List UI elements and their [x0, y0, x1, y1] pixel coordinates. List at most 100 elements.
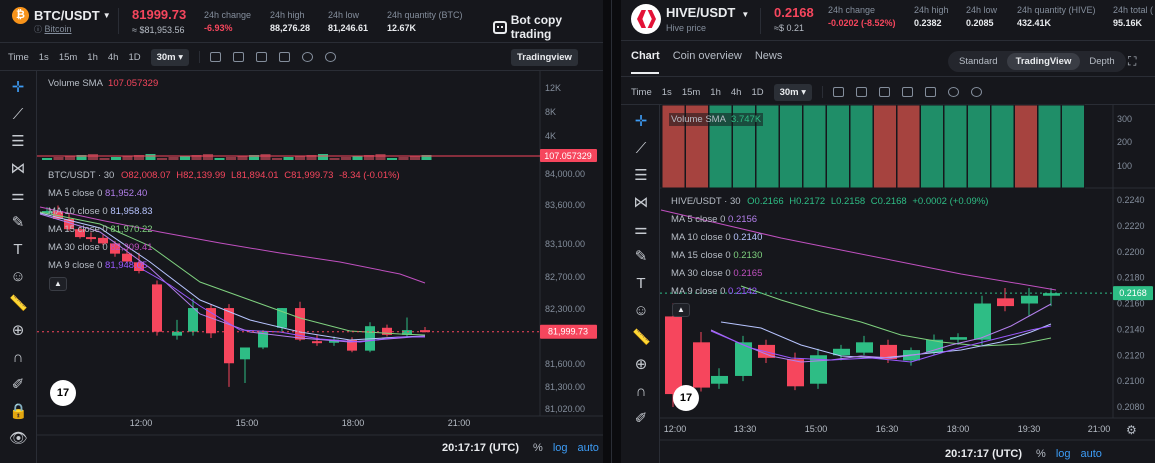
percent-toggle[interactable]: % — [533, 442, 543, 454]
auto-toggle[interactable]: auto — [578, 442, 599, 454]
price-axis-label: 82,700.00 — [545, 272, 585, 282]
volume-bar — [387, 158, 397, 160]
volume-bar — [99, 158, 110, 160]
settings-gear-icon[interactable]: ⚙ — [1126, 423, 1137, 437]
collapse-legend-button[interactable]: ▲ — [672, 303, 690, 317]
ma-legend-15: MA 15 close 0 0.2130 — [671, 250, 763, 261]
candle — [787, 359, 804, 387]
symbol-interval: HIVE/USDT · 30 — [671, 196, 741, 207]
volume-bar — [237, 156, 248, 160]
volume-bar — [42, 158, 52, 160]
price-axis-label: 0.2140 — [1117, 324, 1145, 334]
volume-sma-legend: Volume SMA 107.057329 — [48, 78, 159, 89]
price-axis-label: 0.2120 — [1117, 350, 1145, 360]
volume-bar — [1061, 104, 1085, 189]
ma-legend-30: MA 30 close 0 0.2165 — [671, 268, 763, 279]
time-axis-label: 18:00 — [342, 418, 365, 428]
candle — [974, 303, 991, 340]
volume-bar — [157, 158, 167, 160]
tradingview-logo: 17 — [50, 380, 76, 406]
volume-bar — [1037, 104, 1062, 189]
volume-axis-label: 300 — [1117, 114, 1132, 124]
ma-legend-30: MA 30 close 0 82,309.41 — [48, 242, 153, 253]
volume-bar — [272, 158, 282, 160]
price-axis-label: 0.2200 — [1117, 247, 1145, 257]
price-axis-label: 0.2180 — [1117, 273, 1145, 283]
candle — [711, 375, 728, 384]
tradingview-logo: 17 — [673, 385, 699, 411]
ma-legend-9: MA 9 close 0 81,948.05 — [48, 260, 148, 271]
chart-bottom-bar: 20:17:17 (UTC) % log auto — [442, 442, 599, 454]
chart-bottom-bar: 20:17:17 (UTC) % log auto — [945, 448, 1102, 460]
volume-axis-label: 12K — [545, 83, 561, 93]
time-axis-label: 15:00 — [236, 418, 259, 428]
time-axis-label: 21:00 — [1088, 424, 1111, 434]
volume-bar — [873, 104, 897, 189]
candle — [188, 308, 198, 332]
time-axis-label: 18:00 — [947, 424, 970, 434]
ma-legend-5: MA 5 close 0 0.2156 — [671, 214, 758, 225]
price-axis-label: 0.2080 — [1117, 402, 1145, 412]
ma-legend-15: MA 15 close 0 81,970.22 — [48, 224, 153, 235]
volume-bar — [53, 157, 64, 160]
last-price-tag-label: 0.2168 — [1119, 288, 1147, 298]
candle — [240, 347, 250, 360]
percent-toggle[interactable]: % — [1036, 448, 1046, 460]
candle — [665, 316, 682, 395]
volume-bar — [283, 157, 294, 160]
symbol-interval: BTC/USDT · 30 — [48, 170, 115, 181]
utc-clock: 20:17:17 (UTC) — [442, 442, 520, 454]
time-axis-label: 13:30 — [734, 424, 757, 434]
volume-bar — [990, 104, 1015, 189]
price-axis-label: 84,000.00 — [545, 169, 585, 179]
ohlc-legend: HIVE/USDT · 30 O0.2166 H0.2172 L0.2158 C… — [671, 196, 989, 207]
price-axis-label: 81,600.00 — [545, 359, 585, 369]
candle — [152, 284, 162, 332]
price-axis-label: 83,600.00 — [545, 200, 585, 210]
volume-bar — [168, 157, 179, 160]
candle — [693, 342, 710, 388]
volume-sma-legend: Volume SMA 3.747K — [669, 113, 764, 126]
price-axis-label: 0.2100 — [1117, 376, 1145, 386]
candle — [172, 331, 182, 336]
time-axis-label: 15:00 — [805, 424, 828, 434]
volume-bar — [122, 156, 133, 160]
log-toggle[interactable]: log — [553, 442, 568, 454]
auto-toggle[interactable]: auto — [1081, 448, 1102, 460]
price-axis-label: 82,300.00 — [545, 304, 585, 314]
volume-bar — [352, 156, 363, 160]
volume-bar — [375, 154, 386, 160]
volume-bar — [826, 104, 850, 189]
volume-bar — [920, 104, 944, 189]
last-price-tag-label: 81,999.73 — [548, 327, 588, 337]
volume-bar — [203, 154, 213, 160]
time-axis-label: 12:00 — [664, 424, 687, 434]
volume-bar — [943, 104, 968, 189]
candle — [1021, 295, 1038, 304]
price-axis-label: 81,020.00 — [545, 404, 585, 414]
ma-legend-10: MA 10 close 0 81,958.83 — [48, 206, 153, 217]
volume-axis-label: 200 — [1117, 137, 1132, 147]
candle — [312, 341, 322, 344]
volume-bar — [1014, 104, 1038, 189]
volume-bar — [226, 157, 236, 160]
volume-bar — [410, 156, 420, 160]
volume-bar — [329, 158, 340, 160]
ma-legend-5: MA 5 close 0 81,952.40 — [48, 188, 148, 199]
candle — [224, 308, 234, 364]
volume-axis-label: 8K — [545, 107, 556, 117]
volume-bar — [967, 104, 991, 189]
price-axis-label: 81,300.00 — [545, 382, 585, 392]
volume-bar — [88, 154, 98, 160]
volume-bar — [849, 104, 874, 189]
volume-bar — [398, 157, 409, 160]
volume-bar — [295, 156, 305, 160]
btc-chart-panel: ₿ BTC/USDT ▼ ⓘ Bitcoin 81999.73 ≈ $81,95… — [0, 0, 603, 463]
collapse-legend-button[interactable]: ▲ — [49, 277, 67, 291]
price-axis-label: 0.2220 — [1117, 221, 1145, 231]
volume-bar — [111, 157, 121, 160]
log-toggle[interactable]: log — [1056, 448, 1071, 460]
volume-bar — [802, 104, 827, 189]
time-axis-label: 19:30 — [1018, 424, 1041, 434]
panel-divider — [603, 0, 621, 463]
